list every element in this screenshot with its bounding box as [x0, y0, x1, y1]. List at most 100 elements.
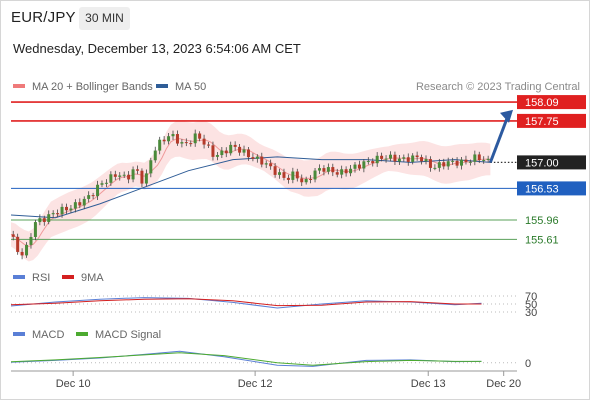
candle-body	[340, 169, 344, 175]
candle-body	[486, 158, 490, 160]
legend-swatch	[13, 275, 25, 279]
candle-body	[171, 134, 175, 137]
last-price-label: 157.00	[525, 157, 559, 169]
candle-body	[300, 178, 304, 183]
level-label: 156.53	[525, 183, 559, 195]
level-label: 158.09	[525, 97, 559, 109]
legend-label: 9MA	[81, 272, 104, 284]
x-tick-label: Dec 12	[238, 378, 273, 390]
candle-body	[264, 163, 268, 165]
candle-body	[189, 143, 193, 145]
legend-swatch	[76, 332, 88, 336]
candle-body	[397, 158, 401, 162]
candle-body	[380, 155, 384, 159]
chart-canvas: MA 20 + Bollinger Bands MA 50 Research © 2…	[10, 81, 586, 390]
candle-body	[140, 170, 144, 184]
candle-body	[344, 169, 348, 174]
candle-body	[357, 164, 361, 169]
candle-body	[273, 166, 277, 175]
credit-label: Research © 2023 Trading Central	[416, 81, 580, 93]
candle-body	[304, 178, 308, 183]
legend-swatch	[62, 275, 74, 279]
candle-body	[175, 134, 179, 144]
candle-body	[113, 174, 117, 177]
candle-body	[64, 206, 68, 211]
legend-swatch	[156, 84, 168, 88]
x-tick-label: Dec 10	[56, 378, 91, 390]
candle-body	[122, 174, 126, 176]
candle-body	[260, 156, 264, 165]
candle-body	[16, 236, 20, 252]
candle-body	[464, 159, 468, 162]
candle-body	[131, 169, 135, 180]
candle-body	[220, 150, 224, 156]
candle-body	[269, 163, 273, 167]
candle-body	[317, 168, 321, 171]
macd-tick-label: 0	[525, 358, 531, 370]
candle-body	[184, 142, 188, 144]
candle-body	[149, 160, 153, 174]
candle-body	[144, 173, 148, 184]
level-label: 155.61	[525, 234, 559, 246]
candle-body	[451, 160, 455, 162]
candle-body	[60, 206, 64, 215]
candle-body	[349, 168, 353, 174]
candle-body	[73, 202, 77, 209]
x-tick-label: Dec 13	[411, 378, 446, 390]
candle-body	[331, 167, 335, 173]
candle-body	[29, 236, 33, 245]
candle-body	[215, 155, 219, 157]
candle-body	[11, 234, 15, 237]
candle-body	[433, 167, 437, 169]
candle-body	[91, 195, 95, 197]
candle-body	[233, 144, 237, 147]
candle-body	[242, 149, 246, 153]
candle-body	[362, 161, 366, 169]
candle-body	[286, 177, 290, 180]
candle-body	[366, 161, 370, 163]
candle-body	[477, 154, 481, 161]
candle-body	[202, 138, 206, 145]
candle-body	[38, 218, 42, 223]
candle-body	[442, 162, 446, 167]
candle-body	[167, 136, 171, 142]
macd-series-line	[10, 352, 482, 366]
candle-body	[353, 164, 357, 169]
candle-body	[153, 150, 157, 161]
candle-body	[25, 244, 29, 256]
candle-body	[96, 184, 100, 197]
legend-swatch	[13, 332, 25, 336]
candle-body	[389, 154, 392, 159]
candle-body	[473, 154, 477, 162]
candle-body	[437, 162, 441, 168]
candle-body	[47, 214, 51, 222]
candle-body	[415, 155, 419, 158]
candle-body	[424, 159, 428, 162]
candle-body	[278, 172, 282, 175]
candle-body	[255, 156, 259, 159]
candle-body	[309, 178, 313, 180]
candle-body	[482, 159, 486, 161]
candle-body	[411, 155, 415, 162]
x-tick-label: Dec 20	[486, 378, 521, 390]
candle-body	[455, 160, 459, 166]
candle-body	[375, 155, 379, 164]
candle-body	[87, 195, 91, 199]
candle-body	[69, 208, 73, 211]
candle-body	[211, 145, 215, 157]
candle-body	[207, 144, 211, 146]
candle-body	[468, 161, 472, 163]
legend-label: RSI	[32, 272, 50, 284]
candle-body	[428, 159, 432, 168]
candle-body	[251, 157, 255, 159]
candle-body	[193, 133, 197, 144]
candle-body	[246, 149, 250, 158]
legend-label: MACD Signal	[95, 329, 161, 341]
candle-body	[335, 172, 339, 175]
candle-body	[446, 161, 450, 167]
candle-body	[180, 142, 184, 144]
candle-body	[136, 169, 139, 171]
candle-body	[158, 139, 162, 151]
level-label: 155.96	[525, 215, 559, 227]
legend-label: MACD	[32, 329, 64, 341]
